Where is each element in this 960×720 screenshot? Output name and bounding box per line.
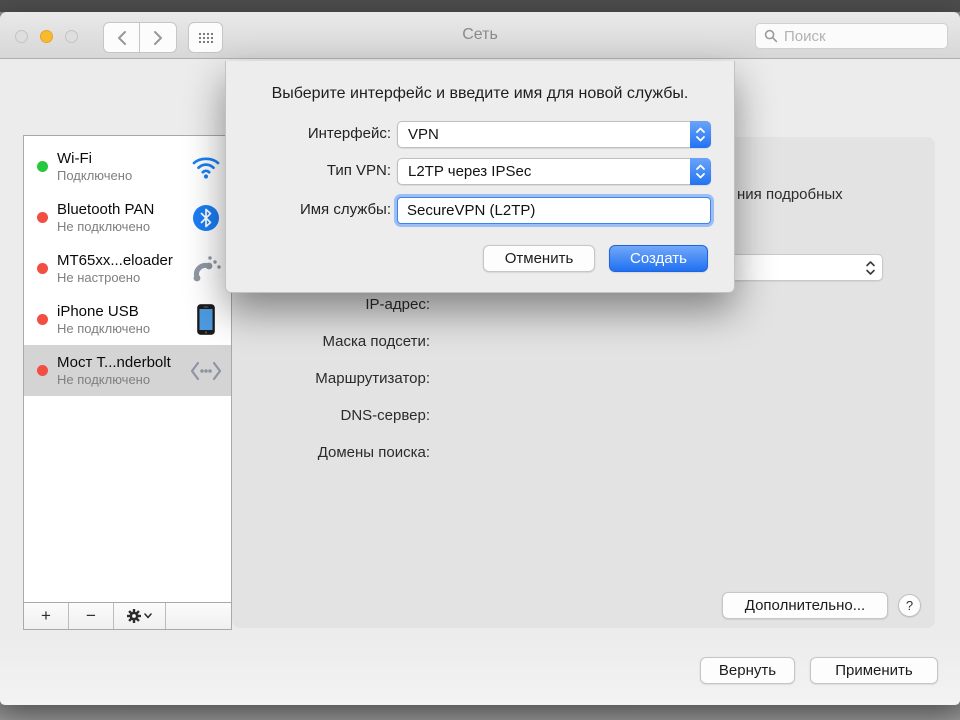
sheet-buttons: Отменить Создать xyxy=(483,245,708,272)
router-label: Маршрутизатор: xyxy=(232,369,430,406)
back-button[interactable] xyxy=(103,22,140,53)
apply-button[interactable]: Применить xyxy=(810,657,938,684)
service-row-wifi[interactable]: Wi-Fi Подключено xyxy=(24,141,231,192)
title-bar: Сеть xyxy=(0,12,960,59)
bluetooth-icon xyxy=(189,204,223,232)
nav-buttons xyxy=(103,22,177,53)
window-title: Сеть xyxy=(462,26,498,44)
service-name-label: Имя службы: xyxy=(246,201,391,218)
interface-popup-value: VPN xyxy=(408,126,439,143)
status-dot-disconnected xyxy=(37,365,48,376)
zoom-button[interactable] xyxy=(65,30,78,43)
chevron-down-icon xyxy=(144,613,152,619)
help-button[interactable]: ? xyxy=(898,594,921,617)
chevron-right-icon xyxy=(152,30,164,46)
vpn-type-label: Тип VPN: xyxy=(246,162,391,179)
service-name-input[interactable] xyxy=(397,197,711,224)
service-status: Не подключено xyxy=(57,219,189,235)
screen-background-bottom xyxy=(0,705,960,720)
search-icon xyxy=(764,29,778,43)
gear-icon xyxy=(127,609,141,623)
service-name: MT65xx...eloader xyxy=(57,252,189,270)
services-sidebar: Wi-Fi Подключено xyxy=(23,135,232,630)
services-list: Wi-Fi Подключено xyxy=(24,136,231,603)
status-dot-disconnected xyxy=(37,314,48,325)
interface-label: Интерфейс: xyxy=(246,125,391,142)
search-domains-label: Домены поиска: xyxy=(232,443,430,480)
service-row-thunderbolt-bridge[interactable]: Мост T...nderbolt Не подключено xyxy=(24,345,231,396)
service-row-iphone-usb[interactable]: iPhone USB Не подключено xyxy=(24,294,231,345)
cancel-button[interactable]: Отменить xyxy=(483,245,595,272)
add-service-button[interactable]: + xyxy=(24,603,69,629)
new-service-sheet: Выберите интерфейс и введите имя для нов… xyxy=(225,61,735,293)
forward-button[interactable] xyxy=(140,22,177,53)
service-status: Подключено xyxy=(57,168,189,184)
service-status: Не настроено xyxy=(57,270,189,286)
modem-icon xyxy=(189,252,223,286)
screen-background-top xyxy=(0,0,960,12)
network-field-labels: IP-адрес: Маска подсети: Маршрутизатор: … xyxy=(232,295,430,480)
chevron-left-icon xyxy=(116,30,128,46)
status-dot-disconnected xyxy=(37,212,48,223)
create-button[interactable]: Создать xyxy=(609,245,708,272)
bridge-icon xyxy=(189,359,223,383)
revert-button[interactable]: Вернуть xyxy=(700,657,795,684)
details-hint-text-partial: ния подробных xyxy=(737,186,843,203)
close-button[interactable] xyxy=(15,30,28,43)
service-name: Мост T...nderbolt xyxy=(57,354,189,372)
service-row-mt65xx[interactable]: MT65xx...eloader Не настроено xyxy=(24,243,231,294)
popup-chevrons-icon xyxy=(865,259,876,277)
ip-address-label: IP-адрес: xyxy=(232,295,430,332)
wifi-icon xyxy=(189,154,223,180)
service-name: iPhone USB xyxy=(57,303,189,321)
service-name: Wi-Fi xyxy=(57,150,189,168)
search-input[interactable] xyxy=(784,28,939,45)
vpn-type-popup[interactable]: L2TP через IPSec xyxy=(397,158,711,185)
grid-icon xyxy=(198,32,214,44)
popup-stepper-icon xyxy=(690,121,711,148)
popup-stepper-icon xyxy=(690,158,711,185)
service-row-bluetooth-pan[interactable]: Bluetooth PAN Не подключено xyxy=(24,192,231,243)
sheet-message: Выберите интерфейс и введите имя для нов… xyxy=(226,85,734,103)
vpn-type-popup-value: L2TP через IPSec xyxy=(408,163,531,180)
configure-popup[interactable] xyxy=(720,254,883,281)
status-dot-connected xyxy=(37,161,48,172)
service-status: Не подключено xyxy=(57,321,189,337)
dns-server-label: DNS-сервер: xyxy=(232,406,430,443)
network-preferences-window: Сеть Wi-Fi Подключено xyxy=(0,12,960,705)
service-actions-button[interactable] xyxy=(114,603,166,629)
minimize-button[interactable] xyxy=(40,30,53,43)
service-status: Не подключено xyxy=(57,372,189,388)
remove-service-button[interactable]: − xyxy=(69,603,114,629)
show-all-button[interactable] xyxy=(188,22,223,53)
service-name: Bluetooth PAN xyxy=(57,201,189,219)
interface-popup[interactable]: VPN xyxy=(397,121,711,148)
subnet-mask-label: Маска подсети: xyxy=(232,332,430,369)
advanced-button[interactable]: Дополнительно... xyxy=(722,592,888,619)
iphone-icon xyxy=(189,304,223,335)
sidebar-toolbar: + − xyxy=(24,602,231,629)
search-field[interactable] xyxy=(755,23,948,49)
status-dot-disconnected xyxy=(37,263,48,274)
